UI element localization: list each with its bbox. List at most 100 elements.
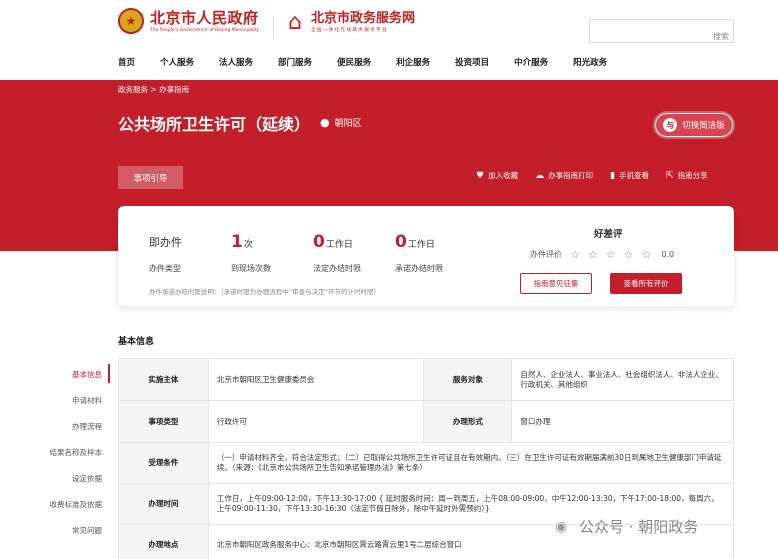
favorite-label: 加入收藏 [488,171,519,180]
stat-type: 即办件 办件类型 [149,234,182,273]
top-header: ★ 北京市人民政府 The People's Government of Bei… [0,0,778,80]
service-logo-icon: ⌂ [288,10,302,35]
stat-visits-value: 1 [231,232,243,252]
stat-promise-label: 承诺办结时限 [395,264,443,273]
star-icon: ☆ [570,248,580,261]
star-icon: ☆ [587,248,598,261]
national-emblem-icon: ★ [118,8,144,34]
sidenav-process[interactable]: 办理流程 [72,421,102,432]
table-row: 事项类型 行政许可 办理形式 窗口办理 [118,400,734,443]
time-label: 办理时间 [118,483,209,525]
share-guide-button[interactable]: ⇱ 指南分享 [666,170,708,181]
form-label: 办理形式 [423,400,513,443]
nav-transparency[interactable]: 阳光政务 [573,56,607,68]
stat-type-label: 办件类型 [149,264,181,273]
table-row: 受理条件 （一）申请材料齐全，符合法定形式；（二）已取得公共场所卫生许可证且在有… [118,442,735,484]
breadcrumb: 政务服务 > 办事指南 [118,84,189,95]
switch-icon: 与 [663,118,678,132]
switch-simple-button[interactable]: 与 切换简洁版 [655,113,733,137]
table-row: 实施主体 北京市朝阳区卫生健康委员会 服务对象 自然人、企业法人、事业法人、社会… [118,358,734,401]
time-limit-note: 办件承诺办结时限说明：（承诺时限为办理流程中“审查与决定”环节的计时时限） [149,288,380,296]
switch-label: 切换简洁版 [682,121,725,131]
nav-convenience[interactable]: 便民服务 [337,56,371,68]
rating-label: 办件评价 [530,250,562,259]
stat-legal: 0工作日 法定办结时限 [313,232,361,273]
stat-promise: 0工作日 承诺办结时限 [395,232,443,273]
location-pin-icon: ● [320,116,330,129]
logo-divider [273,16,274,38]
main-nav: 首页 个人服务 法人服务 部门服务 便民服务 利企服务 投资项目 中介服务 阳光… [118,56,632,68]
sidenav-result-sample[interactable]: 结果名称及样本 [50,447,103,458]
wechat-watermark: ◉ 公众号 · 朝阳政务 [555,516,698,537]
condition-value: （一）申请材料齐全，符合法定形式；（二）已取得公共场所卫生许可证且在有效期内。（… [207,442,735,484]
stat-legal-unit: 工作日 [325,240,353,250]
stat-visits-label: 到现场次数 [231,264,271,273]
gov-name-en: The People's Government of Beijing Munic… [150,27,259,33]
watermark-text: 公众号 · 朝阳政务 [579,518,699,536]
service-name: 北京市政务服务网 [311,11,416,26]
stat-promise-unit: 工作日 [407,240,435,250]
rating-score: 0.0 [661,250,675,259]
wechat-icon: ◉ [555,518,568,535]
sidenav-fees[interactable]: 收费标准及依据 [50,499,103,510]
action-bar: ♥ 加入收藏 ☁ 办事指南打印 ▮ 手机查看 ⇱ 指南分享 [476,170,725,181]
breadcrumb-item-guide[interactable]: 办事指南 [159,85,189,94]
tab-guide[interactable]: 事项引导 [118,166,183,189]
phone-icon: ▮ [610,170,616,181]
search-input[interactable]: 搜索 [589,19,734,43]
star-icon: ☆ [605,248,616,261]
sidenav-active-indicator [108,364,110,383]
stat-legal-label: 法定办结时限 [313,264,361,273]
region-name: 朝阳区 [334,119,362,129]
region-label: ● 朝阳区 [320,116,362,129]
target-label: 服务对象 [423,358,513,401]
sidenav-materials[interactable]: 申请材料 [72,395,102,406]
gov-name: 北京市人民政府 [150,8,259,27]
share-label: 指南分享 [677,171,708,180]
stat-legal-value: 0 [313,232,325,252]
view-all-reviews-button[interactable]: 查看所有评价 [610,273,682,294]
star-icon: ☆ [623,248,634,261]
service-slogan: 全 国 一 体 化 在 线 政 务 服 务 平 台 [311,28,387,33]
mobile-view-button[interactable]: ▮ 手机查看 [610,170,649,181]
type-value: 行政许可 [207,400,425,443]
service-portal-logo[interactable]: ⌂ 北京市政务服务网 全 国 一 体 化 在 线 政 务 服 务 平 台 [283,10,415,36]
breadcrumb-item-services[interactable]: 政务服务 [118,85,148,94]
feedback-button[interactable]: 指南意见征集 [520,273,592,294]
sidenav-basic-info[interactable]: 基本信息 [72,369,102,380]
section-title-basic-info: 基本信息 [118,337,155,347]
print-guide-button[interactable]: ☁ 办事指南打印 [535,170,593,181]
cloud-print-icon: ☁ [535,170,545,181]
target-value: 自然人、企业法人、事业法人、社会组织法人、非法人企业、行政机关、其他组织 [511,358,734,401]
summary-card: 即办件 办件类型 1次 到现场次数 0工作日 法定办结时限 0工作日 承诺办结时… [118,206,734,306]
nav-corporate[interactable]: 法人服务 [219,56,253,68]
stat-visits-unit: 次 [243,240,253,250]
search-button[interactable]: 搜索 [713,31,729,42]
rating-title: 好差评 [594,229,623,240]
place-label: 办理地点 [118,524,209,559]
nav-investment[interactable]: 投资项目 [455,56,489,68]
condition-label: 受理条件 [118,442,209,484]
nav-agency[interactable]: 中介服务 [514,56,548,68]
nav-home[interactable]: 首页 [118,56,135,68]
stat-visits: 1次 到现场次数 [231,232,271,273]
sidenav-legal-basis[interactable]: 设定依据 [72,473,102,484]
nav-department[interactable]: 部门服务 [278,56,312,68]
star-icon: ☆ [641,248,652,261]
rating-row: 办件评价 ☆ ☆ ☆ ☆ ☆ 0.0 [530,248,674,261]
mobile-label: 手机查看 [619,171,650,180]
breadcrumb-separator: > [150,85,157,94]
nav-business[interactable]: 利企服务 [396,56,430,68]
type-label: 事项类型 [118,400,209,443]
nav-personal[interactable]: 个人服务 [160,56,194,68]
subject-label: 实施主体 [118,358,209,401]
form-value: 窗口办理 [511,400,734,443]
beijing-gov-logo[interactable]: ★ 北京市人民政府 The People's Government of Bei… [118,8,259,34]
subject-value: 北京市朝阳区卫生健康委员会 [207,358,425,401]
heart-icon: ♥ [476,170,485,181]
stat-promise-value: 0 [395,232,407,252]
sidenav-faq[interactable]: 常见问题 [72,525,102,536]
favorite-button[interactable]: ♥ 加入收藏 [476,170,518,181]
stat-type-value: 即办件 [149,236,182,249]
page-title: 公共场所卫生许可（延续） [118,115,311,134]
